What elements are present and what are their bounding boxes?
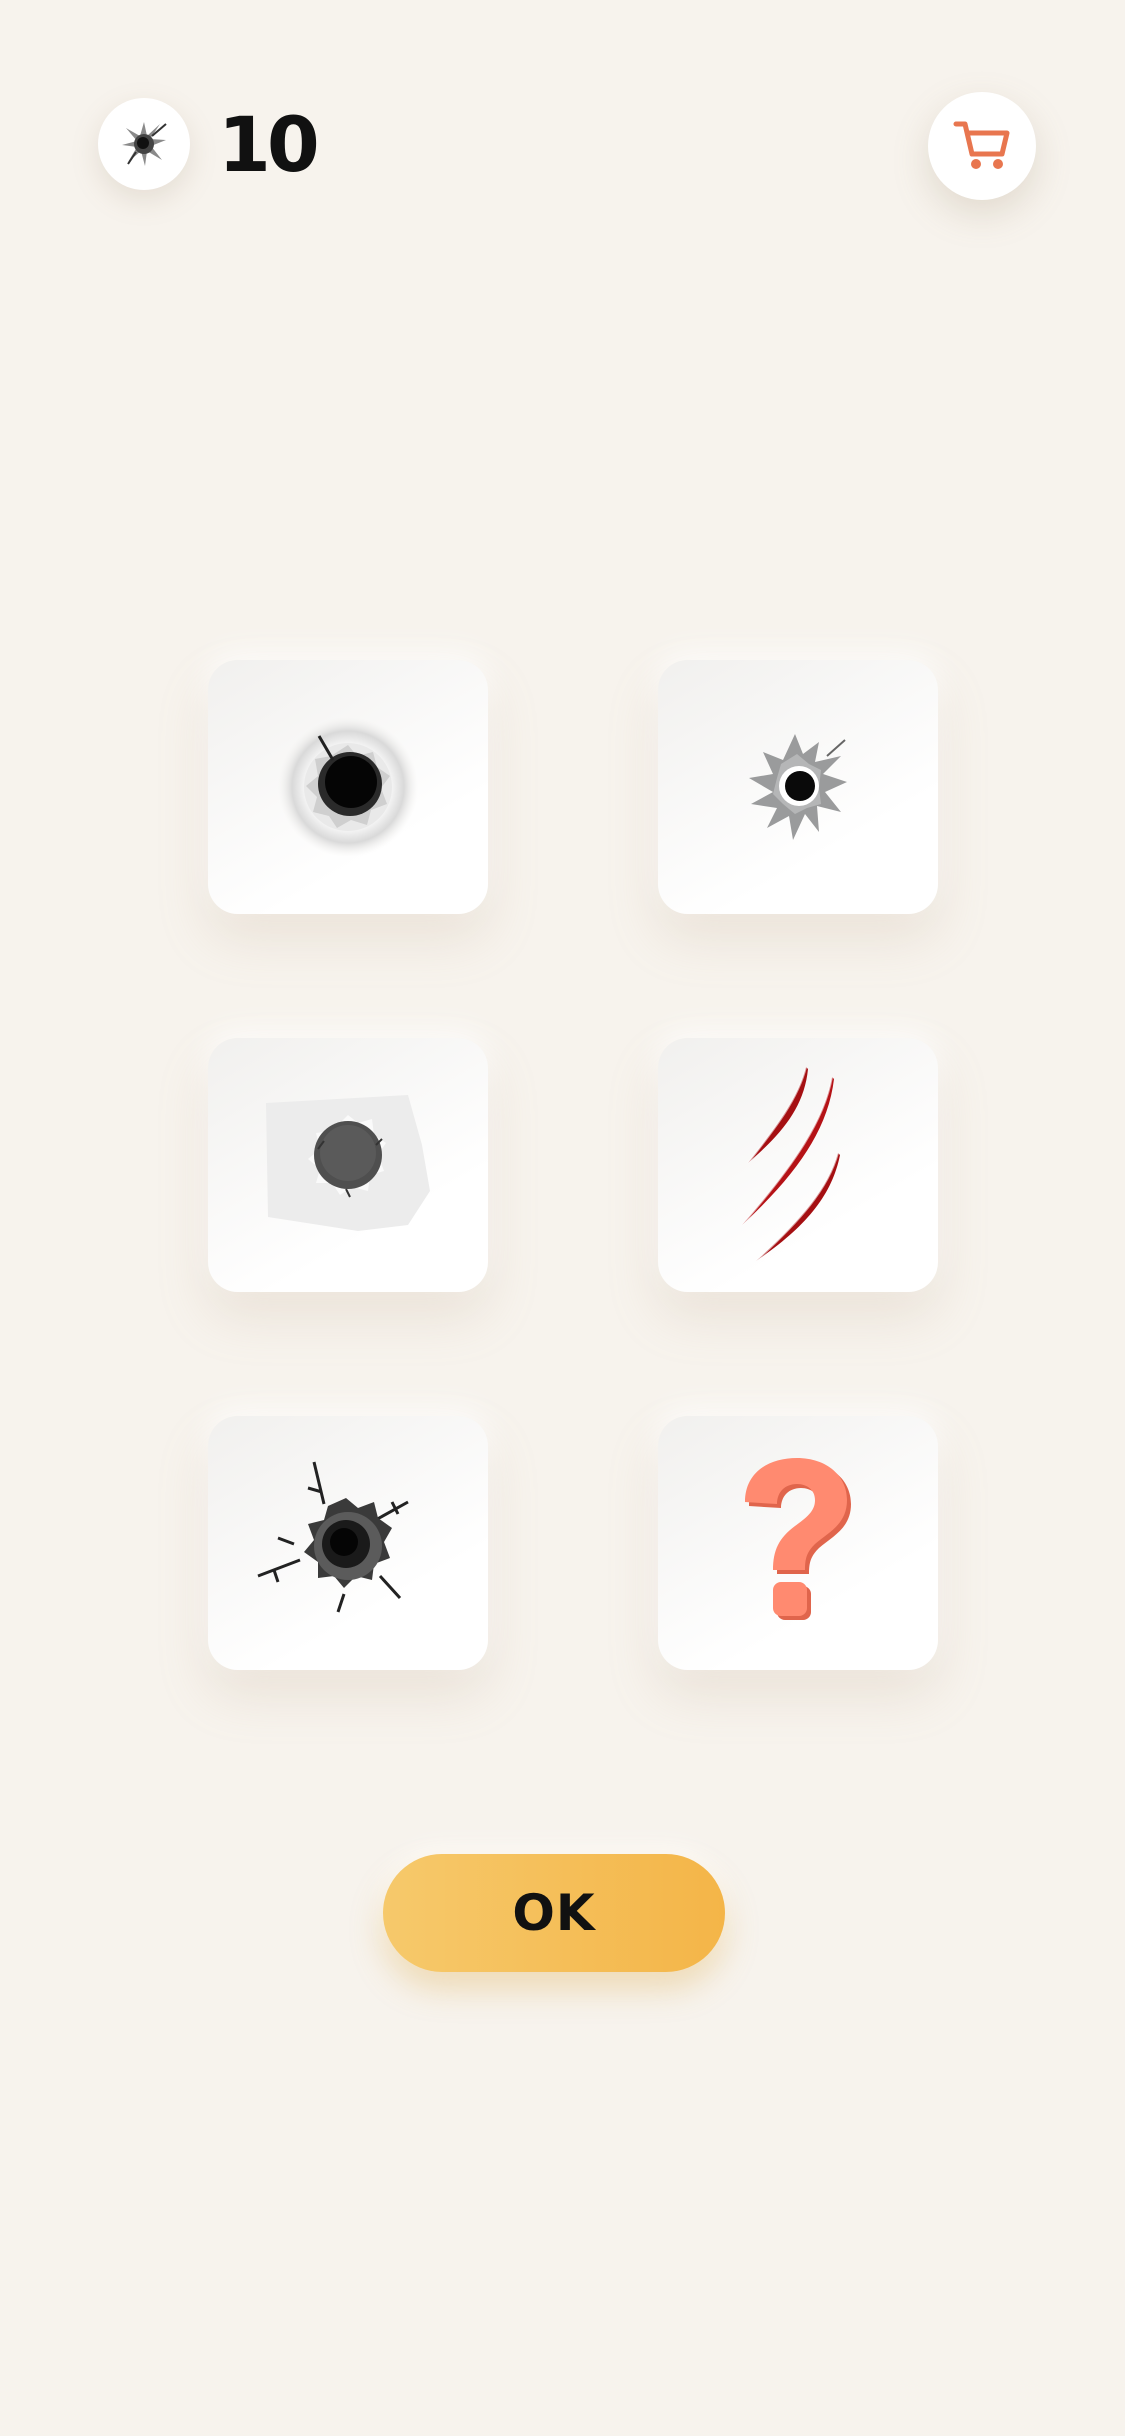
ok-button[interactable]: OK	[383, 1854, 725, 1972]
skin-card-black-hole[interactable]	[208, 660, 488, 914]
cart-button[interactable]	[928, 92, 1036, 200]
skin-card-claw-scratch[interactable]	[658, 1038, 938, 1292]
bullet-hole-icon	[122, 122, 167, 166]
bullet-hole-gray-icon	[749, 734, 847, 840]
skin-card-cracked-hole[interactable]	[208, 1416, 488, 1670]
cracked-hole-icon	[257, 1461, 409, 1613]
top-bar: 10	[0, 0, 1125, 260]
bullet-count-badge	[98, 98, 190, 190]
cart-icon	[953, 121, 1010, 169]
bullet-count: 10	[218, 100, 320, 189]
question-mark-icon	[745, 1458, 851, 1620]
skin-grid	[0, 0, 1125, 2436]
paper-hole-icon	[266, 1095, 430, 1231]
bullet-hole-icon	[278, 717, 418, 857]
skin-card-mystery[interactable]	[658, 1416, 938, 1670]
skin-card-gray-hole[interactable]	[658, 660, 938, 914]
claw-scratch-icon	[741, 1066, 840, 1262]
skin-card-paper-hole[interactable]	[208, 1038, 488, 1292]
ok-button-label: OK	[512, 1884, 596, 1942]
